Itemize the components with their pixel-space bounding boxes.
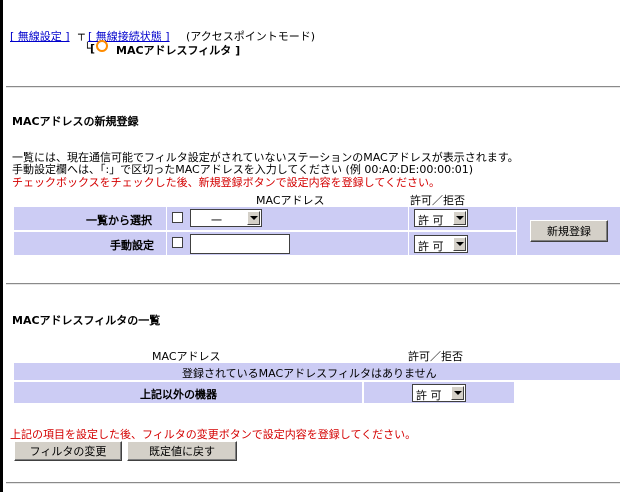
window-left-edge [0, 0, 3, 492]
current-page-bracket: [ [90, 42, 96, 55]
change-filter-button[interactable]: フィルタの変更 [14, 441, 122, 461]
manual-mac-input[interactable] [190, 234, 290, 254]
row-manual-label: 手動設定 [110, 239, 154, 252]
chevron-down-icon [453, 237, 466, 251]
col-header-permit-deny: 許可／拒否 [410, 194, 465, 207]
row-list-checkbox[interactable] [172, 212, 183, 223]
other-devices-label: 上記以外の機器 [140, 388, 217, 401]
row-list-permit-value: 許 可 [418, 214, 444, 227]
col-header-mac-address: MACアドレス [256, 194, 325, 207]
filter-col-header-mac: MACアドレス [152, 350, 221, 363]
row-manual-checkbox[interactable] [172, 237, 183, 248]
row-manual-permit-select[interactable]: 許 可 [414, 235, 468, 253]
new-entry-heading: MACアドレスの新規登録 [12, 115, 139, 128]
chevron-down-icon [453, 211, 466, 225]
row-list-permit-select[interactable]: 許 可 [414, 209, 468, 227]
mac-list-select-value: 一 [211, 214, 222, 227]
current-page-circle-icon [96, 40, 108, 52]
other-devices-permit-value: 許 可 [416, 389, 442, 402]
section-divider [6, 86, 620, 88]
footer-warning: 上記の項目を設定した後、フィルタの変更ボタンで設定内容を登録してください。 [10, 428, 417, 441]
section-divider [6, 482, 620, 484]
mac-list-select[interactable]: 一 [190, 209, 262, 227]
chevron-down-icon [451, 386, 464, 400]
reset-defaults-button[interactable]: 既定値に戻す [127, 441, 237, 461]
filter-empty-message: 登録されているMACアドレスフィルタはありません [182, 367, 437, 380]
new-entry-warning: チェックボックスをチェックした後、新規登録ボタンで設定内容を登録してください。 [12, 176, 441, 189]
current-page-title: MACアドレスフィルタ ] [116, 44, 241, 57]
row-manual-permit-value: 許 可 [418, 240, 444, 253]
register-button[interactable]: 新規登録 [530, 220, 608, 242]
chevron-down-icon [247, 211, 260, 225]
row-list-label: 一覧から選択 [86, 214, 152, 227]
filter-col-header-permit: 許可／拒否 [408, 350, 463, 363]
filter-list-heading: MACアドレスフィルタの一覧 [12, 314, 161, 327]
section-divider [6, 283, 620, 285]
other-devices-permit-select[interactable]: 許 可 [412, 384, 466, 402]
breadcrumb-wireless-settings-link[interactable]: [ 無線設定 ] [10, 28, 70, 44]
tree-branch-glyph: ┬ [78, 28, 85, 41]
